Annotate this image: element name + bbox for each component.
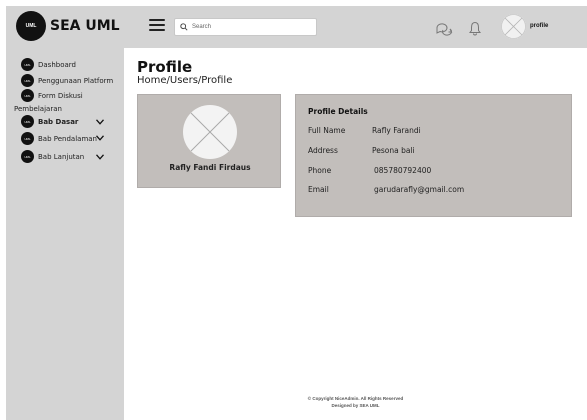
sidebar-item-bab-lanjutan[interactable]: UML Bab Lanjutan [21,150,84,163]
avatar[interactable] [501,14,526,39]
sidebar-item-dashboard[interactable]: UML Dashboard [21,58,76,71]
detail-label-full-name: Full Name [308,126,346,135]
brand[interactable]: UML SEA UML [16,11,120,41]
bell-icon[interactable] [469,21,481,36]
brand-logo: UML [16,11,46,41]
profile-menu-label[interactable]: profile [530,23,548,29]
footer-designed-by: Designed by SEA UML [331,402,380,408]
chevron-down-icon[interactable] [96,135,104,141]
sidebar-item-bab-pendalaman[interactable]: UML Bab Pendalaman [21,132,97,145]
uml-badge-icon: UML [21,58,34,71]
sidebar-section-label: Pembelajaran [14,105,62,113]
menu-icon[interactable] [149,19,165,31]
sidebar-item-label: Bab Lanjutan [38,152,85,161]
search-input[interactable]: Search [174,18,317,36]
sidebar-item-label: Bab Dasar [38,117,79,126]
uml-badge-icon: UML [21,132,34,145]
detail-label-phone: Phone [308,166,332,175]
detail-value-email: garudarafly@gmail.com [374,185,465,194]
sidebar-item-form-diskusi[interactable]: UML Form Diskusi [21,89,83,102]
sidebar-item-bab-dasar[interactable]: UML Bab Dasar [21,115,78,128]
search-placeholder: Search [192,24,212,30]
sidebar-item-label: Bab Pendalaman [38,134,97,143]
uml-badge-icon: UML [21,74,34,87]
top-header: UML SEA UML Search profile [6,6,587,48]
footer: © Copyright NiceAdmin. All Rights Reserv… [124,396,587,409]
profile-card: Rafly Fandi Firdaus [137,94,281,188]
profile-name: Rafly Fandi Firdaus [169,163,251,172]
sidebar-item-label: Penggunaan Platform [38,76,114,85]
uml-badge-icon: UML [21,115,34,128]
detail-value-phone: 085780792400 [374,166,432,175]
detail-label-email: Email [308,185,329,194]
sidebar: UML Dashboard UML Penggunaan Platform UM… [6,48,124,420]
chevron-down-icon[interactable] [96,154,104,160]
sidebar-item-penggunaan-platform[interactable]: UML Penggunaan Platform [21,74,113,87]
profile-details-card: Profile Details Full Name Rafly Farandi … [295,94,572,217]
breadcrumb[interactable]: Home/Users/Profile [137,75,232,86]
detail-value-address: Pesona bali [372,146,415,155]
brand-name: SEA UML [50,18,120,34]
page-title: Profile [137,58,193,76]
chat-icon[interactable] [435,22,453,36]
detail-label-address: Address [308,146,338,155]
chevron-down-icon[interactable] [96,119,104,125]
search-icon [180,23,188,31]
profile-details-title: Profile Details [308,107,368,116]
sidebar-item-label: Form Diskusi [38,91,83,100]
uml-badge-icon: UML [21,89,34,102]
detail-value-full-name: Rafly Farandi [372,126,421,135]
sidebar-item-label: Dashboard [38,60,76,69]
profile-avatar [183,105,237,159]
uml-badge-icon: UML [21,150,34,163]
